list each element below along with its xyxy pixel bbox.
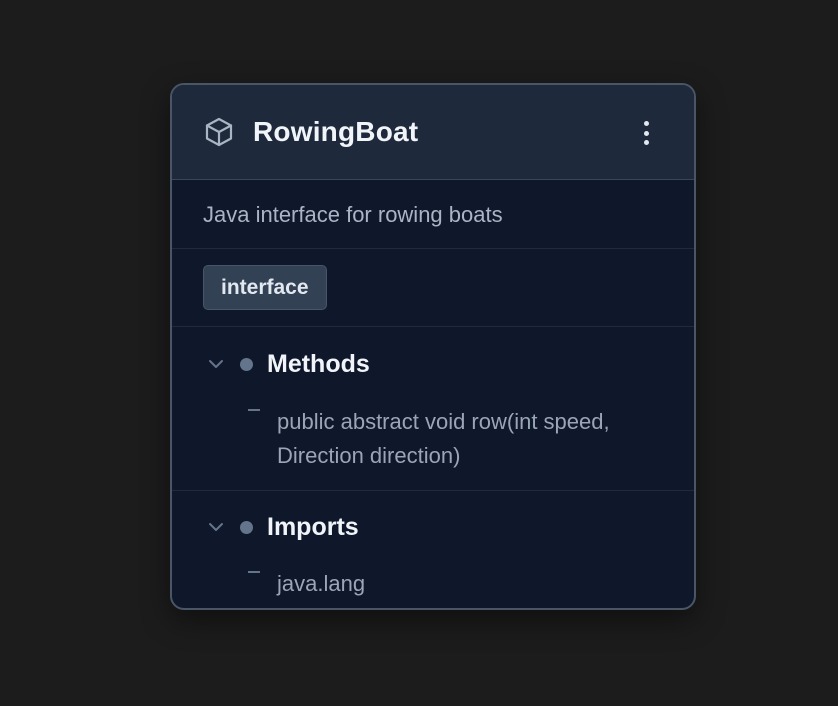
tree-dash (248, 571, 260, 573)
more-options-icon[interactable] (634, 117, 658, 149)
list-item: java.lang (248, 567, 667, 601)
tree-dash (248, 409, 260, 411)
list-item: public abstract void row(int speed, Dire… (248, 405, 667, 473)
divider (172, 326, 694, 327)
divider (172, 248, 694, 249)
section-bullet (240, 357, 253, 371)
class-card: RowingBoat Java interface for rowing boa… (170, 83, 696, 610)
card-title: RowingBoat (253, 116, 419, 147)
section-methods-header[interactable]: Methods (206, 347, 370, 381)
section-title: Imports (267, 513, 359, 541)
chevron-down-icon[interactable] (206, 354, 226, 374)
method-signature: public abstract void row(int speed, Dire… (277, 409, 610, 468)
chevron-down-icon[interactable] (206, 517, 226, 537)
section-title: Methods (267, 350, 370, 378)
type-tag: interface (203, 265, 327, 310)
divider (172, 490, 694, 491)
cube-icon (205, 117, 233, 147)
section-imports-header[interactable]: Imports (206, 510, 359, 544)
card-description: Java interface for rowing boats (203, 202, 503, 227)
section-bullet (240, 520, 253, 534)
import-name: java.lang (277, 571, 366, 596)
card-header: RowingBoat (172, 85, 694, 180)
